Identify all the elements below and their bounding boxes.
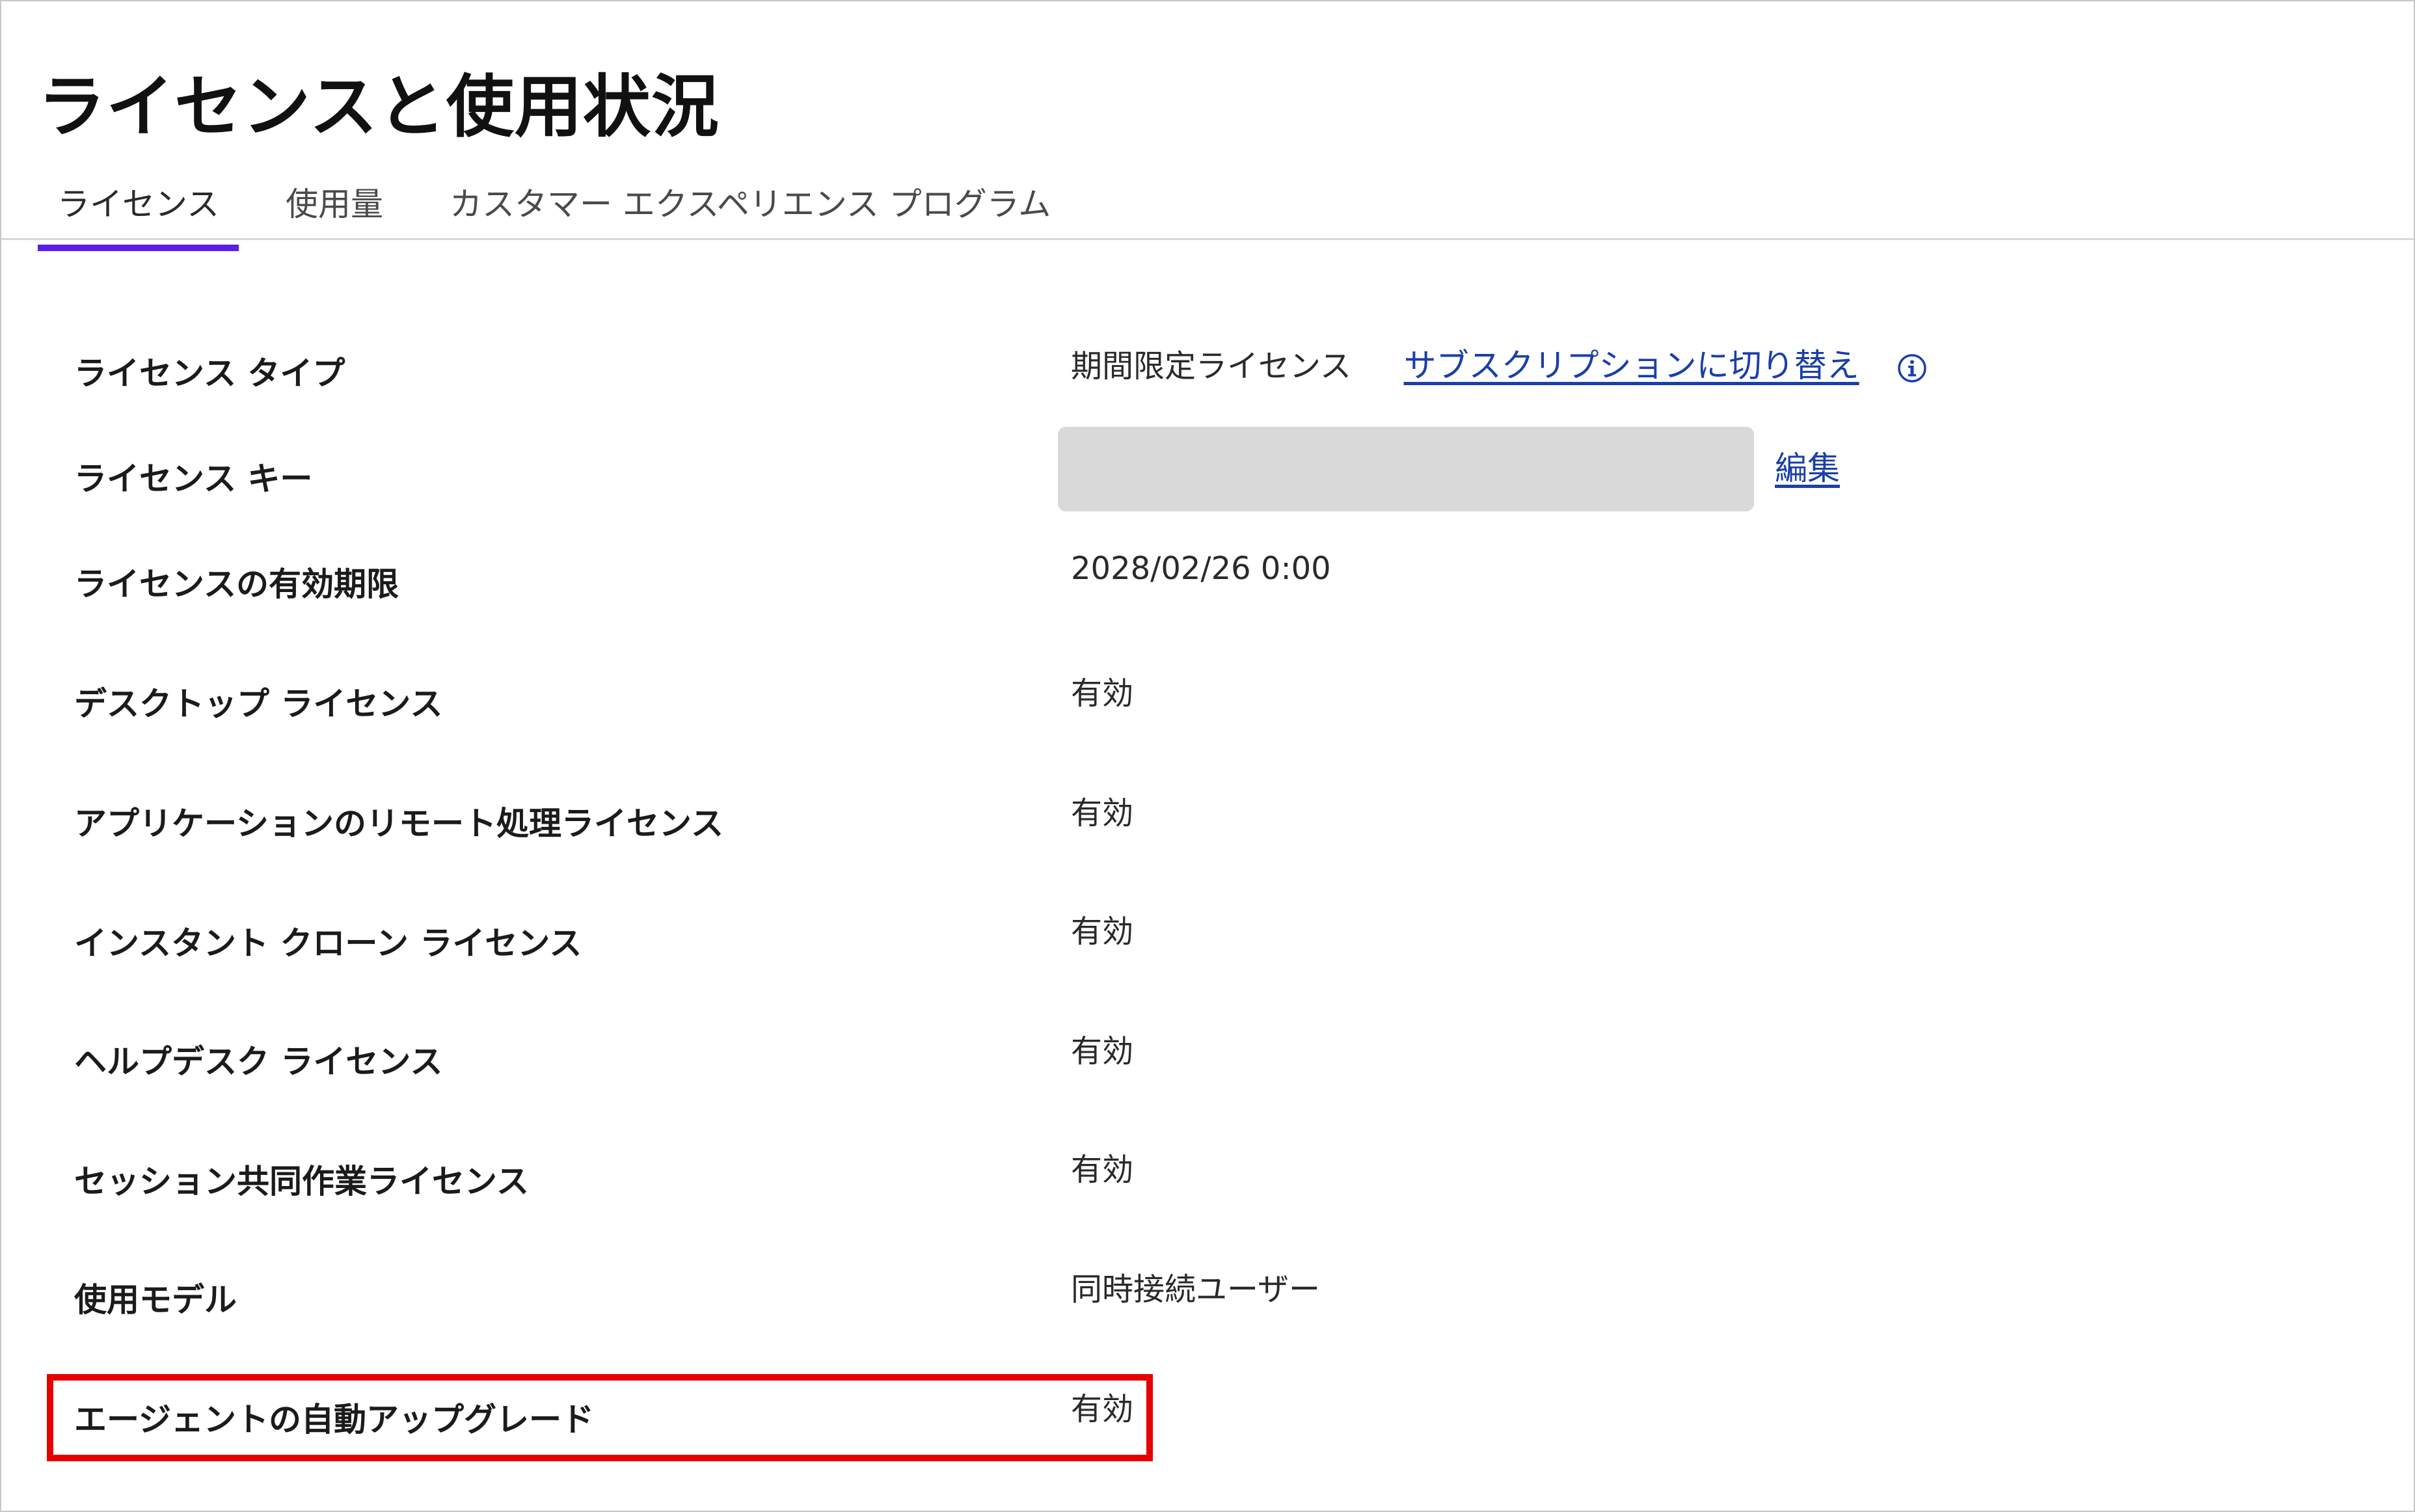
license-type-value-group: 期間限定ライセンス サブスクリプションに切り替え: [1071, 340, 1927, 386]
tab-divider: [1, 238, 2414, 240]
tab-license[interactable]: ライセンス: [38, 178, 239, 251]
agent-auto-upgrade-value: 有効: [1071, 1391, 1134, 1427]
page-title: ライセンスと使用状況: [38, 67, 720, 146]
info-icon[interactable]: [1897, 353, 1927, 383]
app-remote-license-label: アプリケーションのリモート処理ライセンス: [74, 805, 723, 843]
desktop-license-label: デスクトップ ライセンス: [74, 685, 443, 723]
tab-customer-experience-program[interactable]: カスタマー エクスペリエンス プログラム: [430, 178, 1070, 241]
desktop-license-value: 有効: [1071, 675, 1134, 712]
license-usage-panel: ライセンスと使用状況 ライセンス 使用量 カスタマー エクスペリエンス プログラ…: [0, 0, 2415, 1512]
edit-license-key-link[interactable]: 編集: [1775, 450, 1840, 487]
license-key-redacted-box: [1058, 427, 1754, 511]
agent-auto-upgrade-label: エージェントの自動アップグレード: [74, 1401, 594, 1438]
license-key-label: ライセンス キー: [74, 460, 313, 498]
instant-clone-license-value: 有効: [1071, 913, 1134, 950]
usage-model-label: 使用モデル: [74, 1281, 237, 1319]
tab-usage[interactable]: 使用量: [266, 178, 403, 241]
license-expiry-value: 2028/02/26 0:00: [1071, 550, 1331, 587]
license-key-edit-group: 編集: [1775, 442, 1840, 489]
session-collab-license-value: 有効: [1071, 1152, 1134, 1188]
session-collab-license-label: セッション共同作業ライセンス: [74, 1163, 529, 1200]
switch-to-subscription-link[interactable]: サブスクリプションに切り替え: [1404, 347, 1859, 385]
app-remote-license-value: 有効: [1071, 795, 1134, 831]
license-expiry-label: ライセンスの有効期限: [74, 565, 399, 603]
tab-bar: ライセンス 使用量 カスタマー エクスペリエンス プログラム: [38, 178, 1070, 251]
helpdesk-license-value: 有効: [1071, 1033, 1134, 1070]
usage-model-value: 同時接続ユーザー: [1071, 1271, 1321, 1308]
license-type-value: 期間限定ライセンス: [1071, 348, 1352, 385]
helpdesk-license-label: ヘルプデスク ライセンス: [74, 1043, 443, 1081]
instant-clone-license-label: インスタント クローン ライセンス: [74, 925, 582, 962]
license-type-label: ライセンス タイプ: [74, 355, 345, 392]
